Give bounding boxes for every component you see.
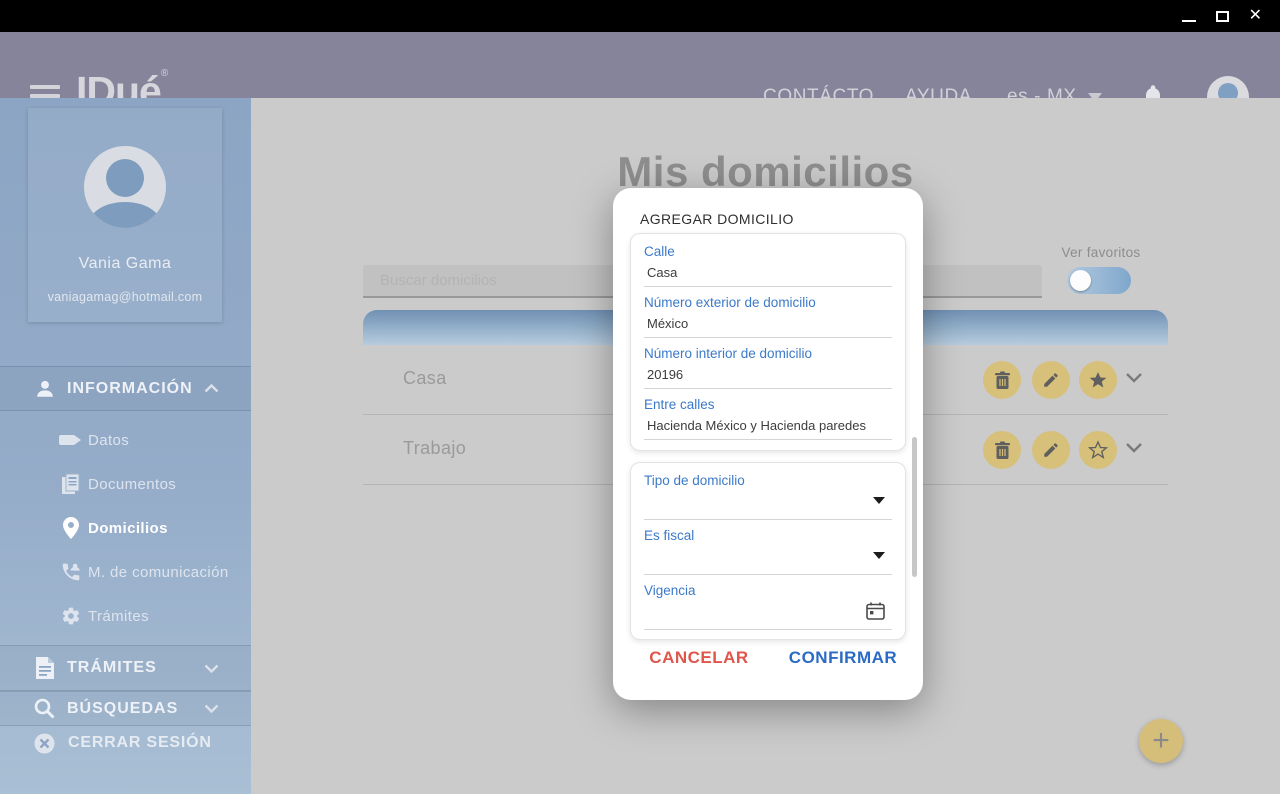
edit-button[interactable] <box>1032 431 1070 469</box>
field-numero-interior[interactable]: Número interior de domicilio 20196 <box>644 338 892 389</box>
item-label: Documentos <box>88 475 177 493</box>
modal-title: AGREGAR DOMICILIO <box>640 211 794 227</box>
item-label: Trámites <box>88 607 149 625</box>
address-name: Trabajo <box>403 438 467 458</box>
sidebar-section-informacion[interactable]: INFORMACIÓN <box>0 366 251 411</box>
gear-icon <box>58 606 83 626</box>
section-label: TRÁMITES <box>67 659 157 676</box>
cancel-button[interactable]: CANCELAR <box>637 648 761 668</box>
sidebar-item-m-de-comunicacion[interactable]: M. de comunicación <box>0 550 251 594</box>
modal-text-fields-card: Calle Casa Número exterior de domicilio … <box>630 233 906 451</box>
field-vigencia[interactable]: Vigencia <box>644 575 892 630</box>
profile-email: vaniagamag@hotmail.com <box>47 290 203 304</box>
app-header: IDué® DILIGENCE AUTHENTICATION CONTÁCTO … <box>0 32 1280 120</box>
sidebar-nav: INFORMACIÓN Datos Documentos Domicilios … <box>0 366 251 760</box>
toggle-knob <box>1070 270 1091 291</box>
field-label: Calle <box>644 244 675 259</box>
minimize-icon[interactable] <box>1181 20 1196 22</box>
favorites-toggle-label: Ver favoritos <box>1061 245 1141 260</box>
logout-icon <box>33 733 56 754</box>
sidebar: Vania Gama vaniagamag@hotmail.com INFORM… <box>0 98 251 794</box>
sidebar-item-domicilios[interactable]: Domicilios <box>0 506 251 550</box>
item-label: Domicilios <box>88 519 168 537</box>
field-label: Número interior de domicilio <box>644 346 813 361</box>
logout-button[interactable]: CERRAR SESIÓN <box>0 726 251 760</box>
field-value[interactable]: México <box>647 316 892 331</box>
profile-name: Vania Gama <box>78 255 172 272</box>
logout-label: CERRAR SESIÓN <box>68 734 212 751</box>
chevron-up-icon <box>204 384 219 393</box>
favorite-star-button[interactable] <box>1079 431 1117 469</box>
sidebar-item-tramites[interactable]: Trámites <box>0 594 251 638</box>
app-window: ✕ IDué® DILIGENCE AUTHENTICATION CONTÁCT… <box>0 0 1280 794</box>
chevron-down-icon <box>204 664 219 673</box>
add-address-fab[interactable]: + <box>1139 719 1183 763</box>
sidebar-item-datos[interactable]: Datos <box>0 418 251 462</box>
select-tipo-de-domicilio[interactable]: Tipo de domicilio <box>644 465 892 520</box>
sidebar-item-documentos[interactable]: Documentos <box>0 462 251 506</box>
search-icon <box>33 698 56 719</box>
field-label: Vigencia <box>644 583 696 598</box>
field-calle[interactable]: Calle Casa <box>644 236 892 287</box>
calendar-icon[interactable] <box>866 602 885 620</box>
location-pin-icon <box>58 517 83 539</box>
expand-row-chevron[interactable] <box>1125 442 1143 453</box>
maximize-icon[interactable] <box>1215 10 1229 22</box>
field-value[interactable]: Hacienda México y Hacienda paredes <box>647 418 892 433</box>
confirm-button[interactable]: CONFIRMAR <box>781 648 905 668</box>
field-label: Tipo de domicilio <box>644 473 745 488</box>
close-icon[interactable]: ✕ <box>1249 8 1262 24</box>
field-label: Entre calles <box>644 397 715 412</box>
field-value[interactable]: Casa <box>647 265 892 280</box>
field-value[interactable]: 20196 <box>647 367 892 382</box>
select-es-fiscal[interactable]: Es fiscal <box>644 520 892 575</box>
informacion-subnav: Datos Documentos Domicilios M. de comuni… <box>0 411 251 645</box>
field-label: Número exterior de domicilio <box>644 295 816 310</box>
modal-scrollbar[interactable] <box>912 437 917 577</box>
id-card-icon <box>58 433 83 447</box>
dropdown-arrow-icon[interactable] <box>873 552 885 559</box>
os-title-bar: ✕ <box>0 0 1280 32</box>
field-entre-calles[interactable]: Entre calles Hacienda México y Hacienda … <box>644 389 892 440</box>
favorites-toggle[interactable] <box>1067 267 1131 294</box>
field-label: Es fiscal <box>644 528 695 543</box>
address-name: Casa <box>403 368 447 388</box>
document-icon <box>33 657 56 679</box>
phone-icon <box>58 561 83 583</box>
profile-card: Vania Gama vaniagamag@hotmail.com <box>28 108 222 322</box>
profile-avatar <box>84 146 166 228</box>
modal-select-fields-card: Tipo de domicilio Es fiscal Vigencia <box>630 462 906 640</box>
section-label: INFORMACIÓN <box>67 379 193 397</box>
expand-row-chevron[interactable] <box>1125 372 1143 383</box>
edit-button[interactable] <box>1032 361 1070 399</box>
chevron-down-icon <box>204 704 219 713</box>
field-numero-exterior[interactable]: Número exterior de domicilio México <box>644 287 892 338</box>
dropdown-arrow-icon[interactable] <box>873 497 885 504</box>
item-label: M. de comunicación <box>88 563 229 581</box>
registered-mark: ® <box>160 68 169 79</box>
item-label: Datos <box>88 431 130 449</box>
section-label: BÚSQUEDAS <box>67 699 179 717</box>
delete-button[interactable] <box>983 431 1021 469</box>
sidebar-section-busquedas[interactable]: BÚSQUEDAS <box>0 691 251 726</box>
avatar-head <box>106 159 144 197</box>
avatar-shoulders <box>89 202 161 228</box>
delete-button[interactable] <box>983 361 1021 399</box>
person-icon <box>33 378 56 400</box>
favorite-star-button[interactable] <box>1079 361 1117 399</box>
sidebar-section-tramites[interactable]: TRÁMITES <box>0 645 251 691</box>
add-address-modal: AGREGAR DOMICILIO Calle Casa Número exte… <box>613 188 923 700</box>
documents-icon <box>58 473 83 495</box>
